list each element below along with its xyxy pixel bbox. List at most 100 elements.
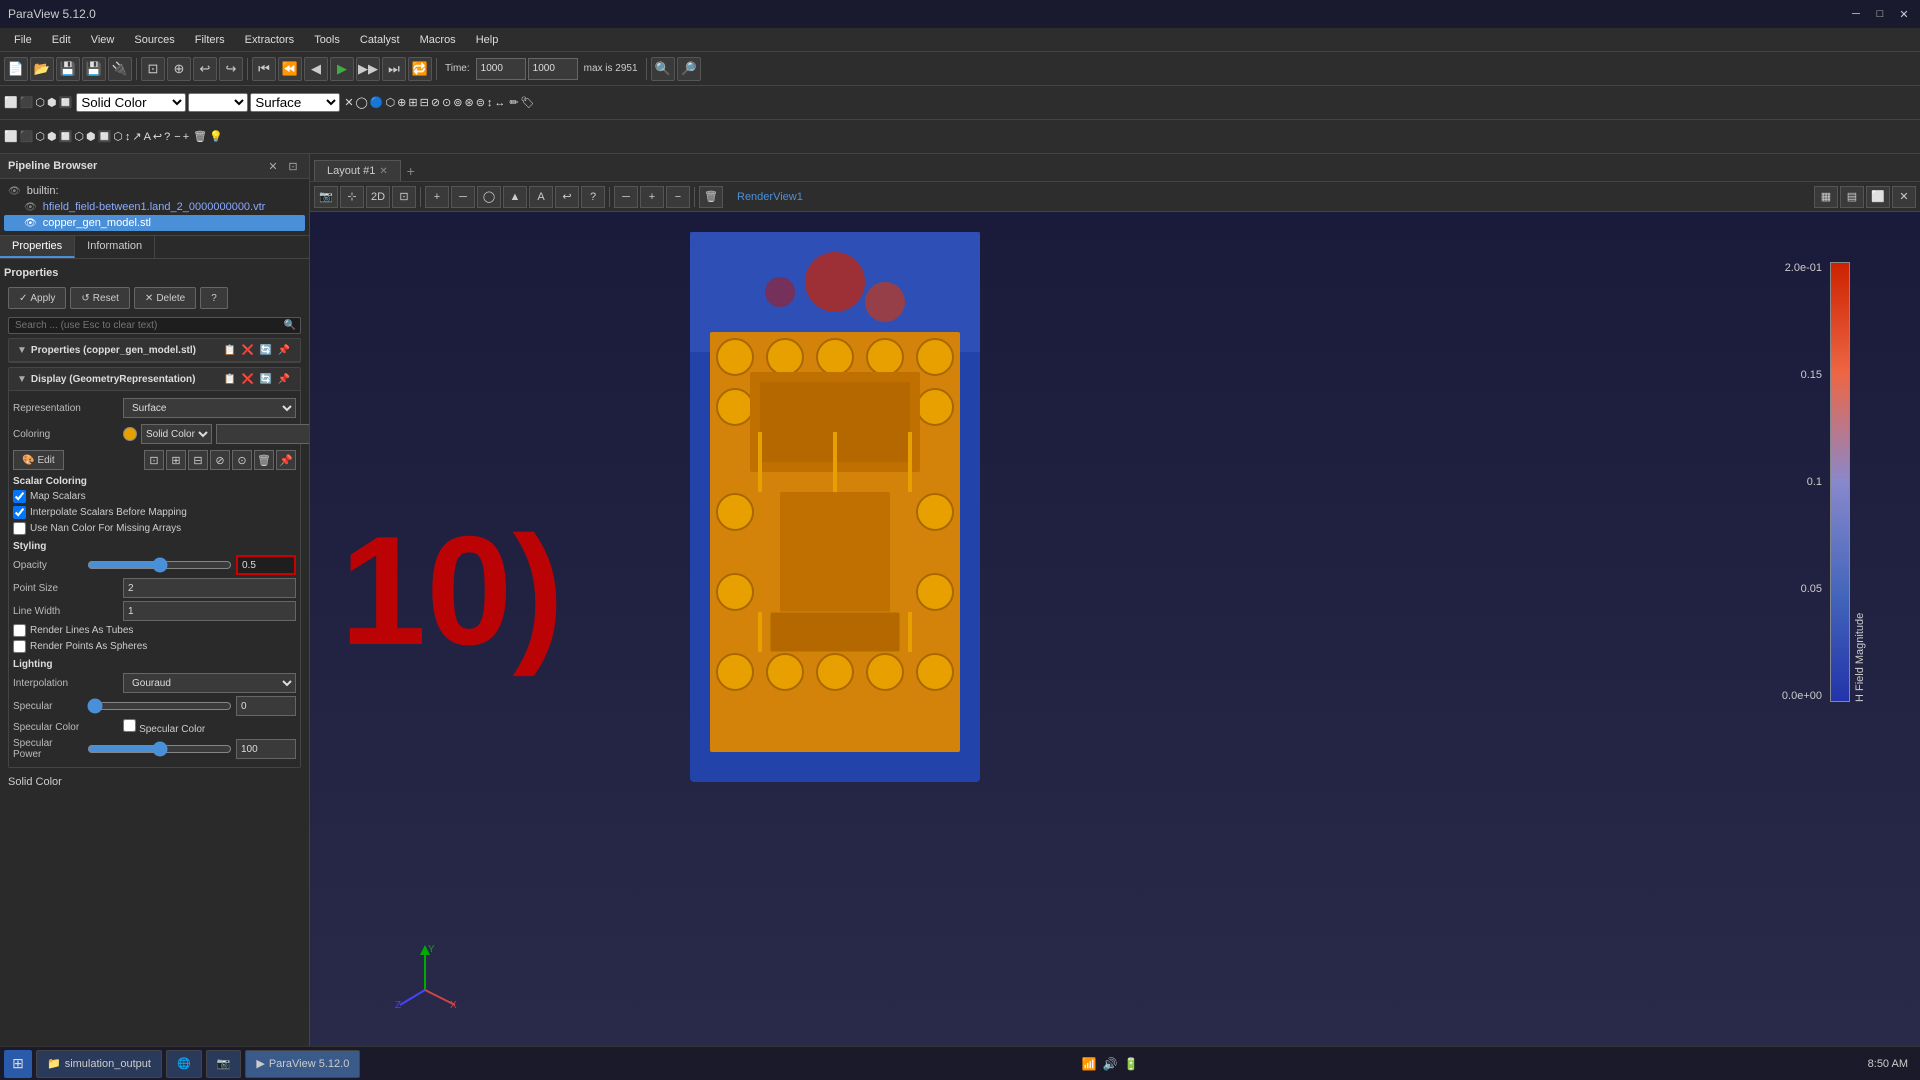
view-plus[interactable]: + xyxy=(425,186,449,208)
render-content[interactable]: 10) xyxy=(310,212,1920,1080)
minimize-button[interactable]: ─ xyxy=(1848,6,1864,22)
tb2-tool11[interactable]: ⊛ xyxy=(464,96,473,109)
tb2-btn1[interactable]: ⬜ xyxy=(4,96,18,109)
play-prev[interactable]: ⏪ xyxy=(278,57,302,81)
menu-help[interactable]: Help xyxy=(466,32,509,48)
tb2-tool10[interactable]: ⊚ xyxy=(453,96,462,109)
redo-button[interactable]: ↪ xyxy=(219,57,243,81)
tb3-btn2[interactable]: ⬛ xyxy=(20,130,34,143)
tb3-btn13[interactable]: ↩ xyxy=(153,130,162,143)
view-reset[interactable]: ⊡ xyxy=(392,186,416,208)
time-input[interactable] xyxy=(476,58,526,80)
tb3-btn8[interactable]: 🔲 xyxy=(98,130,112,143)
tb3-delete[interactable]: 🗑 xyxy=(193,130,207,143)
section-copper-header[interactable]: ▼ Properties (copper_gen_model.stl) 📋 ❌ … xyxy=(9,339,300,362)
menu-sources[interactable]: Sources xyxy=(124,32,184,48)
surface-select[interactable]: Surface xyxy=(250,93,340,112)
view-layout-close[interactable]: ✕ xyxy=(1892,186,1916,208)
play-end[interactable]: ⏭ xyxy=(382,57,406,81)
representation-select[interactable]: Surface xyxy=(123,398,296,418)
close-tab-icon[interactable]: ✕ xyxy=(379,166,387,177)
view-layout-2[interactable]: ▤ xyxy=(1840,186,1864,208)
colormap-btn4[interactable]: ⊘ xyxy=(210,450,230,470)
tb3-plus[interactable]: + xyxy=(183,131,189,143)
close-button[interactable]: ✕ xyxy=(1896,6,1912,22)
colormap-btn1[interactable]: ⊡ xyxy=(144,450,164,470)
menu-file[interactable]: File xyxy=(4,32,42,48)
tb3-btn10[interactable]: ↕ xyxy=(125,131,131,143)
edit-colormap-button[interactable]: 🎨 Edit xyxy=(13,450,64,470)
play-button[interactable]: ▶ xyxy=(330,57,354,81)
pipeline-item-copper[interactable]: 👁 copper_gen_model.stl xyxy=(4,215,305,231)
tb2-pencil[interactable]: ✏ xyxy=(509,96,518,109)
taskbar-start[interactable]: ⊞ xyxy=(4,1050,32,1078)
taskbar-item-chrome[interactable]: 🌐 xyxy=(166,1050,202,1078)
menu-view[interactable]: View xyxy=(81,32,125,48)
tb2-btn2[interactable]: ⬛ xyxy=(20,96,34,109)
section-copper-icon4[interactable]: 📌 xyxy=(276,342,292,358)
zoom-out[interactable]: 🔎 xyxy=(677,57,701,81)
save-state-button[interactable]: 💾 xyxy=(82,57,106,81)
tb3-btn11[interactable]: ↗ xyxy=(132,130,141,143)
tb2-tool8[interactable]: ⊘ xyxy=(431,96,440,109)
specular-slider[interactable] xyxy=(87,699,232,713)
display-icon3[interactable]: 🔄 xyxy=(258,371,274,387)
display-icon1[interactable]: 📋 xyxy=(222,371,238,387)
colormap-btn6[interactable]: 🗑 xyxy=(254,450,274,470)
view-interact[interactable]: ⊹ xyxy=(340,186,364,208)
tb3-btn12[interactable]: A xyxy=(144,131,151,143)
menu-macros[interactable]: Macros xyxy=(410,32,466,48)
view-2d[interactable]: 2D xyxy=(366,186,390,208)
tb2-tool1[interactable]: ✕ xyxy=(344,96,353,109)
specular-color-checkbox[interactable] xyxy=(123,719,136,732)
new-button[interactable]: 📄 xyxy=(4,57,28,81)
map-scalars-checkbox[interactable] xyxy=(13,490,26,503)
tb2-tag[interactable]: 🏷 xyxy=(521,96,535,109)
tb2-tool3[interactable]: 🔵 xyxy=(370,96,384,109)
save-button[interactable]: 💾 xyxy=(56,57,80,81)
taskbar-item-paraview[interactable]: ▶ ParaView 5.12.0 xyxy=(245,1050,360,1078)
display-icon2[interactable]: ❌ xyxy=(240,371,256,387)
tb3-light[interactable]: 💡 xyxy=(209,130,223,143)
view-tool9[interactable]: − xyxy=(666,186,690,208)
pipeline-item-builtin[interactable]: 👁 builtin: xyxy=(4,183,305,199)
opacity-input[interactable] xyxy=(236,555,296,575)
apply-button[interactable]: ✓ Apply xyxy=(8,287,66,309)
tab-information[interactable]: Information xyxy=(75,236,155,258)
delete-button[interactable]: ✕ Delete xyxy=(134,287,196,309)
view-screenshot[interactable]: 📷 xyxy=(314,186,338,208)
taskbar-item-explorer[interactable]: 📁 simulation_output xyxy=(36,1050,162,1078)
specular-power-slider[interactable] xyxy=(87,742,232,756)
tb2-tool9[interactable]: ⊙ xyxy=(442,96,451,109)
view-tool6[interactable]: ? xyxy=(581,186,605,208)
maximize-button[interactable]: □ xyxy=(1872,6,1888,22)
menu-filters[interactable]: Filters xyxy=(185,32,235,48)
tb3-btn7[interactable]: ⬢ xyxy=(86,130,96,143)
colormap-btn5[interactable]: ⊙ xyxy=(232,450,252,470)
tb2-tool4[interactable]: ⬡ xyxy=(386,96,396,109)
tb3-btn3[interactable]: ⬡ xyxy=(35,130,45,143)
interpolation-select[interactable]: Gouraud Flat PBR xyxy=(123,673,296,693)
tb2-tool12[interactable]: ⊜ xyxy=(476,96,485,109)
color-select2[interactable] xyxy=(188,93,248,112)
tb3-btn4[interactable]: ⬢ xyxy=(47,130,57,143)
section-display-header[interactable]: ▼ Display (GeometryRepresentation) 📋 ❌ 🔄… xyxy=(9,368,300,391)
section-copper-icon3[interactable]: 🔄 xyxy=(258,342,274,358)
pipeline-float-icon[interactable]: ⊡ xyxy=(285,158,301,174)
reset-button[interactable]: ↺ Reset xyxy=(70,287,130,309)
connect-button[interactable]: 🔌 xyxy=(108,57,132,81)
display-icon4[interactable]: 📌 xyxy=(276,371,292,387)
pipeline-item-hfield[interactable]: 👁 hfield_field-between1.land_2_000000000… xyxy=(4,199,305,215)
help-button[interactable]: ? xyxy=(200,287,228,309)
tb2-tool2[interactable]: ◯ xyxy=(356,96,368,109)
colormap-btn3[interactable]: ⊟ xyxy=(188,450,208,470)
solid-color-select[interactable]: Solid Color xyxy=(76,93,186,112)
render-points-checkbox[interactable] xyxy=(13,640,26,653)
colormap-btn2[interactable]: ⊞ xyxy=(166,450,186,470)
specular-input[interactable] xyxy=(236,696,296,716)
tb2-btn4[interactable]: ⬢ xyxy=(47,96,57,109)
render-lines-checkbox[interactable] xyxy=(13,624,26,637)
nan-color-checkbox[interactable] xyxy=(13,522,26,535)
view-tool1[interactable]: ─ xyxy=(451,186,475,208)
coloring-select2[interactable] xyxy=(216,424,309,444)
